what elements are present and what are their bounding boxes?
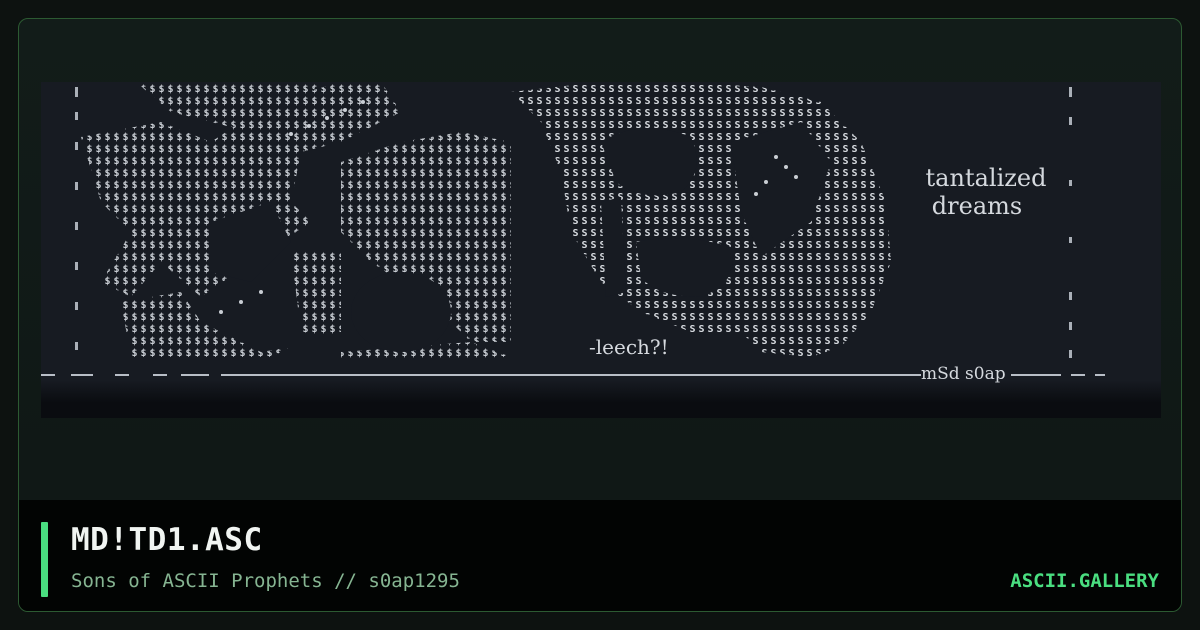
ascii-art-preview[interactable]: $ S — [41, 82, 1161, 418]
art-signature-rule — [1011, 374, 1061, 376]
right-border-marks — [1069, 87, 1072, 358]
left-border-marks — [75, 87, 78, 350]
accent-bar — [41, 522, 48, 597]
artwork-subtitle: Sons of ASCII Prophets // s0ap1295 — [71, 570, 460, 592]
card-footer: MD!TD1.ASC Sons of ASCII Prophets // s0a… — [19, 500, 1181, 611]
artwork-title: MD!TD1.ASC — [71, 522, 263, 558]
art-bottom-tag: -leech?! — [589, 335, 669, 359]
site-brand-link[interactable]: ASCII.GALLERY — [1010, 570, 1159, 592]
art-caption-line-2: dreams — [932, 192, 1022, 220]
art-caption-line-1: tantalized — [926, 164, 1047, 192]
ascii-art-canvas: $ S — [41, 82, 1105, 384]
gallery-card: $ S — [18, 18, 1182, 612]
ascii-figure — [81, 82, 891, 360]
art-bottom-fade — [41, 380, 1161, 418]
